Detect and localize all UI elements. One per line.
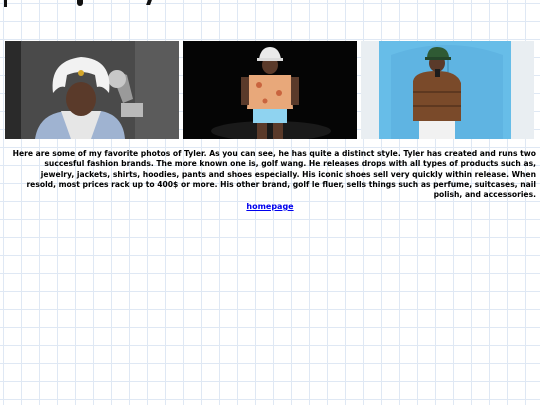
photo-gallery: [5, 41, 534, 139]
homepage-link[interactable]: homepage: [246, 202, 293, 211]
clipped-heading-fragment: [0, 0, 200, 12]
photo-1: [5, 41, 179, 139]
photo-caption-paragraph: Here are some of my favorite photos of T…: [12, 149, 536, 200]
photo-2: [183, 41, 357, 139]
photo-3: [361, 41, 534, 139]
homepage-link-container: homepage: [0, 202, 540, 212]
